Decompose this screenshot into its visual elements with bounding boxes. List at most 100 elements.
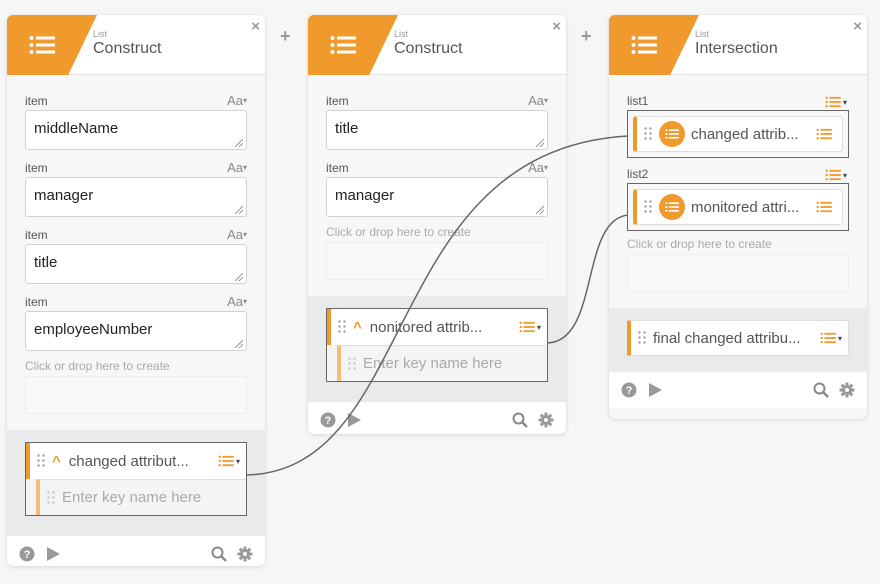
panel-title: Construct [394, 40, 463, 57]
item-input[interactable]: title [25, 244, 247, 284]
item-input[interactable]: manager [25, 177, 247, 217]
chevron-up-icon[interactable]: ^ [353, 319, 362, 336]
list-icon [816, 201, 832, 213]
list-icon [330, 35, 356, 55]
field-label: item [326, 94, 349, 108]
caret-down-icon: ▾ [242, 297, 247, 306]
drop-hint: Click or drop here to create [25, 359, 170, 373]
add-panel-button[interactable]: + [280, 26, 291, 47]
output-type-menu[interactable]: ▾ [519, 321, 541, 333]
caret-down-icon: ▾ [242, 230, 247, 239]
close-icon[interactable]: × [853, 18, 862, 35]
gear-icon[interactable] [237, 546, 253, 562]
slot-type-menu[interactable]: ▾ [825, 169, 847, 181]
slot-type-menu[interactable]: ▾ [825, 96, 847, 108]
field-label: item [25, 295, 48, 309]
field-label: item [25, 228, 48, 242]
output-label: changed attribut... [68, 452, 189, 470]
linked-output-chip[interactable]: changed attrib... [633, 116, 843, 152]
linked-output-chip[interactable]: monitored attri... [633, 189, 843, 225]
output-type-menu[interactable]: ▾ [218, 455, 240, 467]
field-label: item [25, 94, 48, 108]
caret-down-icon: ▾ [837, 333, 842, 343]
field-label: item [326, 161, 349, 175]
list-construct-panel-2: List Construct × item Aa▾ title item Aa▾ m… [308, 15, 566, 434]
output-block[interactable]: ^ changed attribut... ▾ Enter key name h… [25, 442, 247, 516]
caret-down-icon: ▾ [543, 96, 548, 105]
list-construct-panel-1: List Construct × item Aa▾ middleName item… [7, 15, 265, 566]
play-icon[interactable] [647, 382, 663, 398]
help-icon[interactable] [19, 546, 35, 562]
list-icon [825, 96, 841, 108]
item-input[interactable]: employeeNumber [25, 311, 247, 351]
panel-footer [7, 536, 265, 566]
caret-down-icon: ▾ [543, 163, 548, 172]
list1-slot[interactable]: changed attrib... [627, 110, 849, 158]
search-icon[interactable] [211, 546, 227, 562]
panel-body: list1 ▾ changed attrib... list2 ▾ monitore… [609, 75, 867, 308]
help-icon[interactable] [320, 412, 336, 428]
search-icon[interactable] [813, 382, 829, 398]
list-icon [29, 35, 55, 55]
type-picker[interactable]: Aa▾ [528, 93, 548, 108]
output-area: final changed attribu... ▾ [609, 308, 867, 372]
type-picker[interactable]: Aa▾ [227, 294, 247, 309]
panel-footer [308, 402, 566, 434]
panel-badge [609, 15, 699, 75]
drag-handle-icon[interactable] [347, 355, 357, 372]
resize-grip-icon[interactable] [235, 273, 243, 281]
list-icon [218, 455, 234, 467]
list2-slot[interactable]: monitored attri... [627, 183, 849, 231]
drop-zone[interactable] [627, 254, 849, 292]
drag-handle-icon[interactable] [637, 330, 647, 346]
panel-kind: List [695, 29, 710, 39]
caret-down-icon: ▾ [235, 456, 240, 466]
key-name-input[interactable]: Enter key name here [337, 345, 547, 381]
drag-handle-icon[interactable] [643, 126, 653, 142]
key-name-input[interactable]: Enter key name here [36, 479, 246, 515]
close-icon[interactable]: × [251, 18, 260, 35]
output-type-menu[interactable]: ▾ [820, 332, 842, 344]
panel-body: item Aa▾ middleName item Aa▾ manager item A… [7, 75, 265, 430]
resize-grip-icon[interactable] [536, 206, 544, 214]
panel-body: item Aa▾ title item Aa▾ manager Click or d… [308, 75, 566, 296]
chevron-up-icon[interactable]: ^ [52, 453, 61, 470]
list-icon [631, 35, 657, 55]
output-label: final changed attribu... [653, 329, 801, 347]
drag-handle-icon[interactable] [36, 453, 46, 469]
gear-icon[interactable] [839, 382, 855, 398]
close-icon[interactable]: × [552, 18, 561, 35]
help-icon[interactable] [621, 382, 637, 398]
drag-handle-icon[interactable] [46, 489, 56, 506]
type-picker[interactable]: Aa▾ [528, 160, 548, 175]
search-icon[interactable] [512, 412, 528, 428]
type-picker[interactable]: Aa▾ [227, 93, 247, 108]
caret-down-icon: ▾ [242, 96, 247, 105]
resize-grip-icon[interactable] [235, 139, 243, 147]
play-icon[interactable] [346, 412, 362, 428]
resize-grip-icon[interactable] [235, 340, 243, 348]
output-block[interactable]: final changed attribu... ▾ [627, 320, 849, 356]
item-input[interactable]: title [326, 110, 548, 150]
type-picker[interactable]: Aa▾ [227, 227, 247, 242]
panel-header: List Construct × [308, 15, 566, 75]
list-intersection-panel: List Intersection × list1 ▾ changed attri… [609, 15, 867, 419]
output-block[interactable]: ^ nonitored attrib... ▾ Enter key name h… [326, 308, 548, 382]
drop-zone[interactable] [326, 242, 548, 280]
chip-label: monitored attri... [691, 198, 800, 216]
item-input[interactable]: manager [326, 177, 548, 217]
drag-handle-icon[interactable] [337, 319, 347, 335]
play-icon[interactable] [45, 546, 61, 562]
item-input[interactable]: middleName [25, 110, 247, 150]
panel-kind: List [93, 29, 108, 39]
type-picker[interactable]: Aa▾ [227, 160, 247, 175]
drop-zone[interactable] [25, 376, 247, 414]
resize-grip-icon[interactable] [235, 206, 243, 214]
panel-header: List Construct × [7, 15, 265, 75]
drag-handle-icon[interactable] [643, 199, 653, 215]
list-circle-icon [659, 121, 685, 147]
resize-grip-icon[interactable] [536, 139, 544, 147]
gear-icon[interactable] [538, 412, 554, 428]
list-icon [816, 128, 832, 140]
add-panel-button[interactable]: + [581, 26, 592, 47]
